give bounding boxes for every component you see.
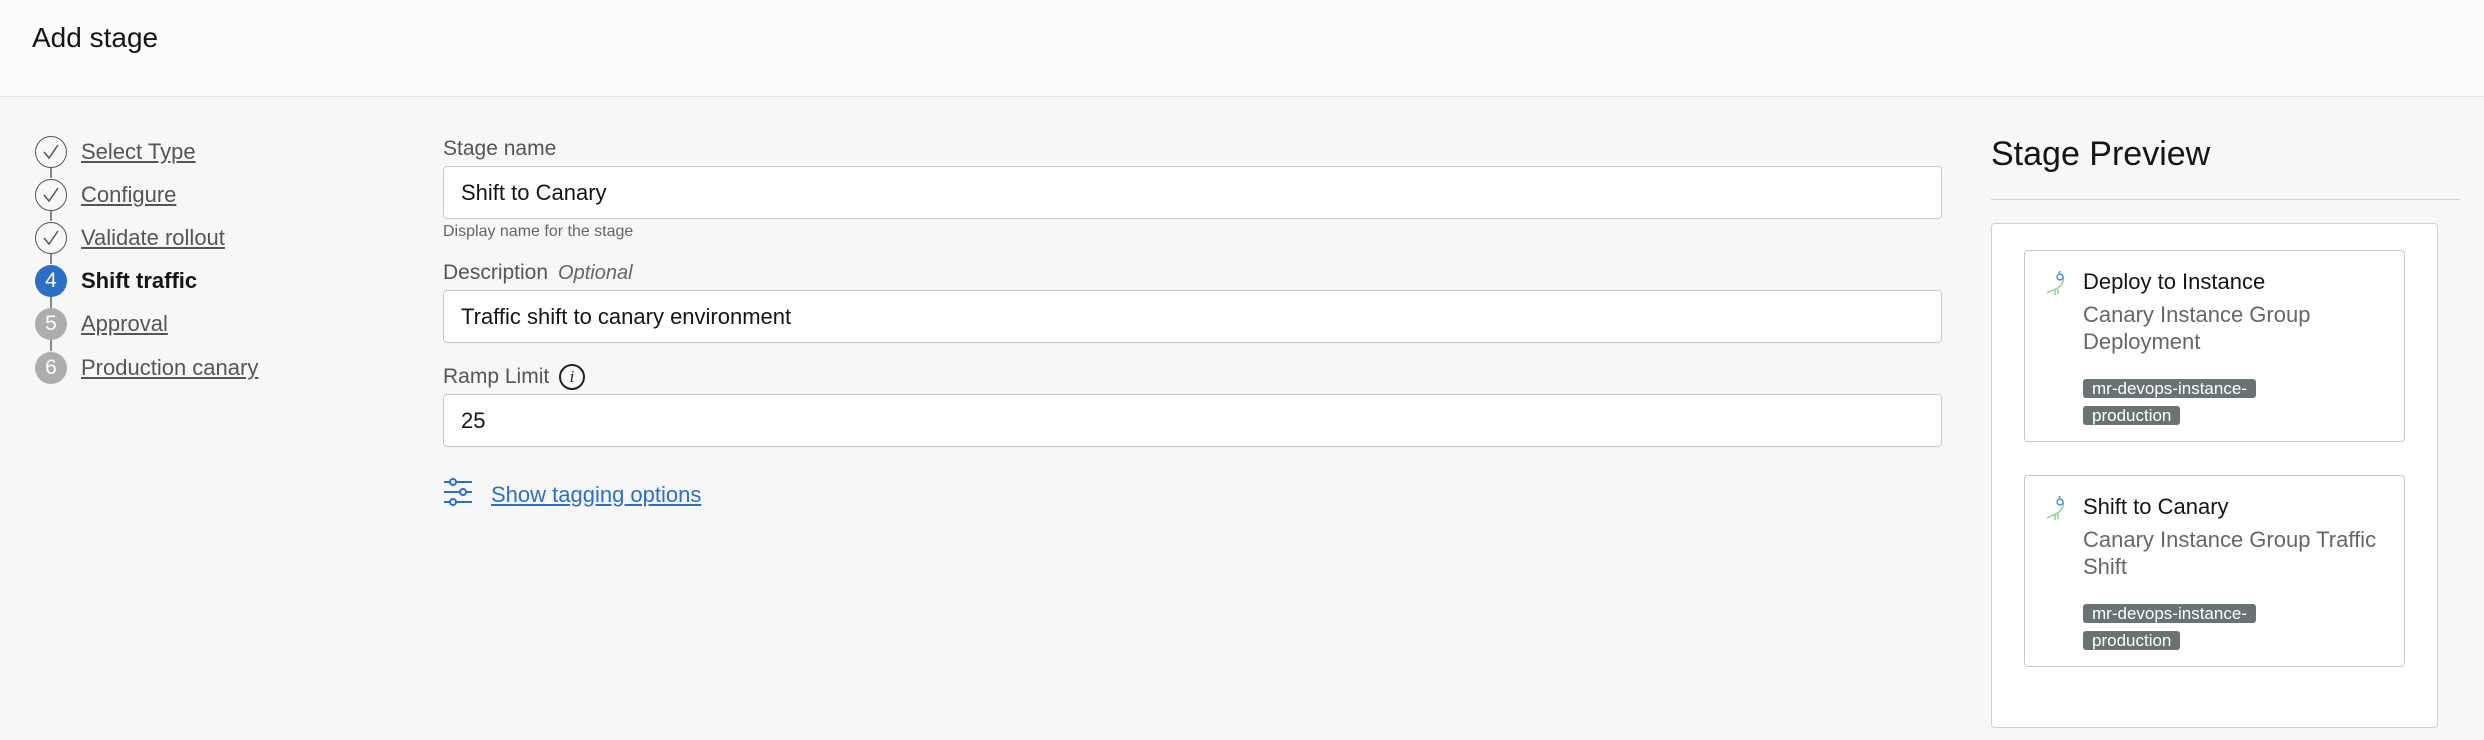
- preview-card: Shift to Canary Canary Instance Group Tr…: [2024, 475, 2405, 667]
- step-configure[interactable]: Configure: [35, 173, 258, 222]
- step-validate-rollout[interactable]: Validate rollout: [35, 216, 258, 265]
- step-label: Shift traffic: [81, 268, 198, 294]
- card-title: Deploy to Instance: [2083, 269, 2266, 294]
- stage-preview-panel: Deploy to Instance Canary Instance Group…: [1991, 223, 2438, 728]
- page-title: Add stage: [32, 22, 159, 53]
- preview-card: Deploy to Instance Canary Instance Group…: [2024, 250, 2405, 442]
- stepper: Select Type Configure Validate rollout 4…: [35, 130, 258, 389]
- step-production-canary[interactable]: 6 Production canary: [35, 346, 258, 389]
- info-icon[interactable]: i: [559, 364, 586, 390]
- card-tag: mr-devops-instance-production: [2083, 600, 2277, 654]
- stage-form: Stage name Display name for the stage De…: [443, 134, 1942, 512]
- step-approval[interactable]: 5 Approval: [35, 303, 258, 351]
- show-tagging-options-link[interactable]: Show tagging options: [491, 482, 701, 508]
- step-shift-traffic: 4 Shift traffic: [35, 260, 258, 308]
- stage-name-input[interactable]: [443, 166, 1942, 219]
- page-header: Add stage: [0, 0, 2484, 97]
- step-label[interactable]: Production canary: [81, 355, 258, 381]
- card-tag: mr-devops-instance-production: [2083, 375, 2277, 429]
- divider: [1991, 199, 2460, 200]
- step-number: 5: [35, 308, 67, 341]
- step-number: 6: [35, 351, 67, 384]
- ramp-limit-input[interactable]: [443, 394, 1942, 447]
- step-number: 4: [35, 265, 67, 298]
- check-icon: [35, 221, 67, 254]
- step-label[interactable]: Configure: [81, 182, 176, 208]
- stage-preview-title: Stage Preview: [1991, 135, 2211, 173]
- optional-label: Optional: [558, 261, 633, 284]
- step-select-type[interactable]: Select Type: [35, 130, 258, 178]
- step-label[interactable]: Select Type: [81, 139, 196, 165]
- check-icon: [35, 135, 67, 168]
- description-label: Description: [443, 261, 549, 284]
- ramp-limit-label: Ramp Limit: [443, 365, 550, 388]
- bird-icon: [2045, 270, 2069, 302]
- sliders-icon: [443, 477, 473, 512]
- stage-name-label: Stage name: [443, 137, 557, 160]
- stage-name-help: Display name for the stage: [443, 223, 634, 240]
- step-label[interactable]: Approval: [81, 311, 168, 337]
- check-icon: [35, 178, 67, 211]
- description-input[interactable]: [443, 290, 1942, 343]
- card-title: Shift to Canary: [2083, 494, 2229, 519]
- step-label[interactable]: Validate rollout: [81, 225, 225, 251]
- card-subtitle: Canary Instance Group Traffic Shift: [2083, 527, 2377, 579]
- card-subtitle: Canary Instance Group Deployment: [2083, 302, 2311, 354]
- bird-icon: [2045, 495, 2069, 527]
